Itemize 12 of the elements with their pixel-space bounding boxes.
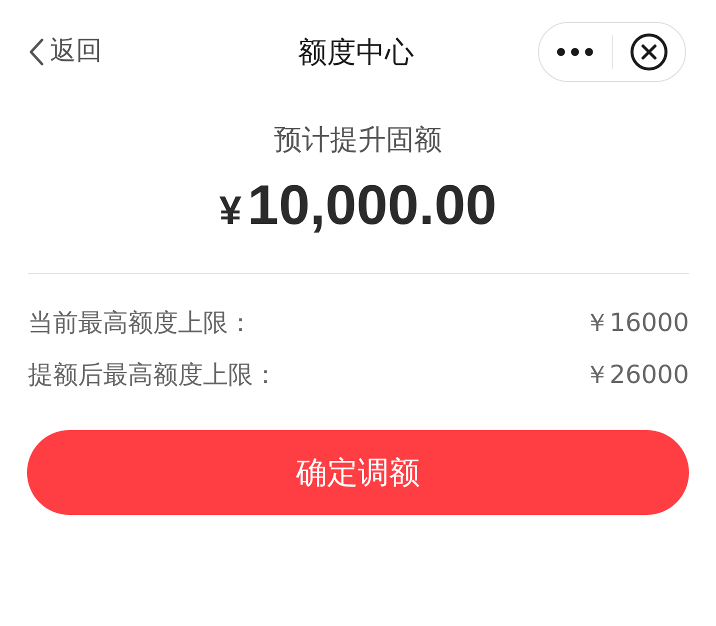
- page-title: 额度中心: [298, 34, 414, 70]
- back-button[interactable]: 返回: [26, 36, 106, 68]
- limit-label: 提额后最高额度上限：: [28, 358, 278, 390]
- amount-value: 10,000.00: [248, 177, 497, 233]
- currency-symbol: ¥: [219, 191, 242, 231]
- limit-label: 当前最高额度上限：: [28, 306, 253, 338]
- estimate-label: 预计提升固额: [274, 123, 442, 157]
- close-icon: [630, 33, 668, 71]
- chevron-left-icon: [28, 38, 44, 66]
- more-icon: [557, 48, 594, 56]
- limit-value: ￥16000: [584, 306, 689, 338]
- limit-value: ￥26000: [584, 358, 689, 390]
